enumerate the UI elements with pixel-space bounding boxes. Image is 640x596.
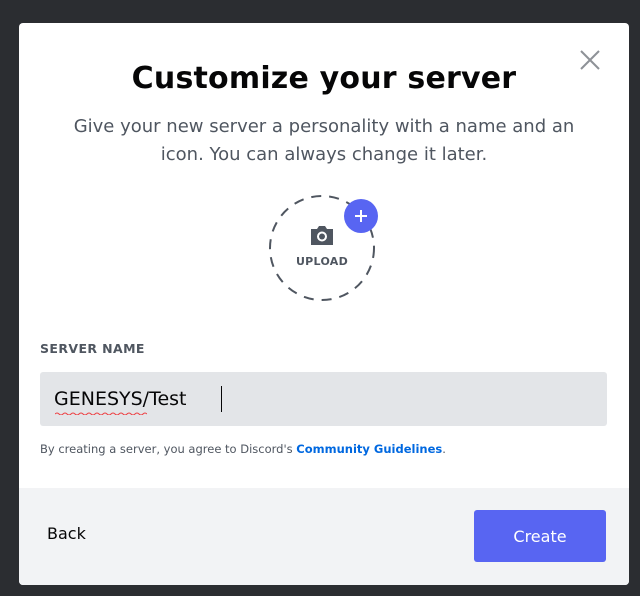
modal-footer: Back Create	[19, 488, 629, 585]
server-name-input[interactable]	[40, 372, 607, 426]
upload-label: UPLOAD	[295, 255, 349, 268]
server-name-field[interactable]	[40, 372, 607, 426]
plus-icon	[355, 210, 367, 222]
terms-text: By creating a server, you agree to Disco…	[40, 442, 297, 456]
text-caret	[221, 386, 222, 412]
customize-server-modal: Customize your server Give your new serv…	[19, 23, 629, 585]
terms-suffix: .	[442, 442, 446, 456]
modal-title: Customize your server	[131, 61, 517, 96]
camera-icon	[311, 226, 333, 245]
upload-icon-button[interactable]: UPLOAD	[267, 193, 378, 303]
terms-notice: By creating a server, you agree to Disco…	[40, 442, 446, 456]
back-button[interactable]: Back	[47, 524, 86, 543]
add-icon-badge[interactable]	[344, 199, 378, 233]
modal-subtitle: Give your new server a personality with …	[73, 116, 575, 165]
server-name-label: SERVER NAME	[40, 341, 145, 356]
spellcheck-underline	[55, 412, 147, 415]
community-guidelines-link[interactable]: Community Guidelines	[296, 442, 442, 456]
create-button[interactable]: Create	[474, 510, 606, 562]
